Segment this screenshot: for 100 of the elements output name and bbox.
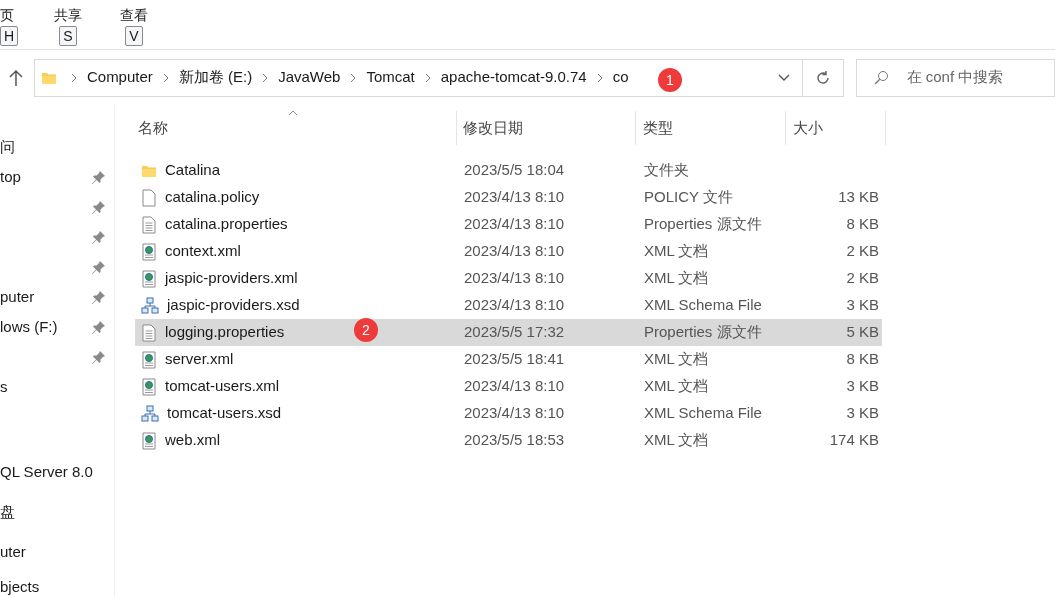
breadcrumb[interactable]: Tomcat [366,66,415,89]
chevron-right-icon[interactable] [262,72,269,83]
type-text: XML 文档 [643,376,710,397]
file-name: jaspic-providers.xml [165,268,298,289]
globe-document-icon [141,242,157,261]
globe-document-icon [141,431,157,450]
pin-icon[interactable] [92,350,106,364]
sidebar-item[interactable]: puter [0,285,35,309]
pin-icon[interactable] [92,320,106,334]
chevron-right-icon[interactable] [162,72,169,83]
chevron-right-icon[interactable] [70,72,77,83]
schema-document-icon [141,404,159,423]
pin-icon[interactable] [92,230,106,244]
text-document-icon [141,323,157,342]
file-name: tomcat-users.xsd [167,403,282,424]
date-text: 2023/5/5 17:32 [463,322,566,343]
refresh-icon [814,69,831,86]
globe-document-icon [141,269,157,288]
column-header[interactable]: 类型 [643,116,673,140]
sort-ascending-icon [288,110,298,116]
key-tip: S [59,26,77,46]
globe-document-icon [141,377,157,396]
column-header[interactable]: 修改日期 [463,116,523,140]
ribbon-tab[interactable]: 查看 [120,6,148,24]
size-text: 5 KB [846,322,879,343]
search-input[interactable]: 在 conf 中搜索 [906,66,1027,89]
type-text: XML Schema File [643,295,763,316]
size-text: 3 KB [846,295,879,316]
chevron-down-icon[interactable] [777,73,790,82]
size-text: 3 KB [846,403,879,424]
key-tip: V [125,26,143,46]
file-name: tomcat-users.xml [165,376,280,397]
type-text: XML 文档 [643,241,710,262]
date-text: 2023/4/13 8:10 [463,187,566,208]
size-text: 13 KB [838,187,879,208]
breadcrumb[interactable]: JavaWeb [278,66,341,89]
number-badge: 2 [354,318,378,343]
number-badge: 1 [658,68,682,92]
sidebar-item[interactable]: 盘 [0,500,15,524]
file-name: web.xml [165,430,220,451]
up-arrow-icon[interactable] [8,68,24,87]
type-text: Properties 源文件 [643,322,763,343]
type-text: XML 文档 [643,268,710,289]
type-text: Properties 源文件 [643,214,763,235]
breadcrumb[interactable]: 新加卷 (E:) [178,66,253,89]
date-text: 2023/5/5 18:04 [463,160,566,181]
ribbon-tab[interactable]: 共享 [54,6,82,24]
pin-icon[interactable] [92,290,106,304]
globe-document-icon [141,350,157,369]
text-document-icon [141,215,157,234]
sidebar-item[interactable]: uter [0,540,26,564]
column-header[interactable]: 名称 [138,116,168,140]
file-row[interactable]: logging.properties 2 2023/5/5 17:32 Properties 源文件 5 KB [135,319,882,346]
document-icon [141,188,157,207]
breadcrumb[interactable]: apache-tomcat-9.0.74 [440,66,587,89]
type-text: 文件夹 [643,160,690,181]
file-name: catalina.properties [165,214,288,235]
file-name: catalina.policy [165,187,260,208]
sidebar-item[interactable]: lows (F:) [0,315,58,339]
key-tip: H [0,26,19,46]
chevron-right-icon[interactable] [424,72,431,83]
date-text: 2023/5/5 18:53 [463,430,566,451]
date-text: 2023/4/13 8:10 [463,376,566,397]
size-text: 8 KB [846,214,879,235]
file-name: logging.properties [165,322,285,343]
sidebar-item[interactable]: 问 [0,135,15,159]
date-text: 2023/4/13 8:10 [463,403,566,424]
pin-icon[interactable] [92,200,106,214]
chevron-right-icon[interactable] [350,72,357,83]
breadcrumb[interactable]: co [612,66,629,89]
search-icon [872,69,889,86]
date-text: 2023/5/5 18:41 [463,349,566,370]
date-text: 2023/4/13 8:10 [463,241,566,262]
size-text: 2 KB [846,241,879,262]
size-text: 3 KB [846,376,879,397]
sidebar-item[interactable]: bjects [0,575,40,597]
file-name: jaspic-providers.xsd [167,295,300,316]
type-text: XML 文档 [643,349,710,370]
type-text: POLICY 文件 [643,187,734,208]
date-text: 2023/4/13 8:10 [463,295,566,316]
size-text: 8 KB [846,349,879,370]
size-text: 174 KB [829,430,879,451]
breadcrumb[interactable]: Computer [86,66,153,89]
chevron-right-icon[interactable] [596,72,603,83]
type-text: XML 文档 [643,430,710,451]
pin-icon[interactable] [92,170,106,184]
ribbon-tab[interactable]: 页 [0,6,14,24]
file-name: Catalina [165,160,221,181]
search-field[interactable]: 在 conf 中搜索 [855,58,1055,97]
column-header[interactable]: 大小 [793,116,823,140]
sidebar-item[interactable]: s [0,375,8,399]
pin-icon[interactable] [92,260,106,274]
sidebar-item[interactable]: QL Server 8.0 [0,460,93,484]
type-text: XML Schema File [643,403,763,424]
file-name: server.xml [165,349,234,370]
size-text: 2 KB [846,268,879,289]
sidebar-item[interactable]: top [0,165,21,189]
file-name: context.xml [165,241,241,262]
date-text: 2023/4/13 8:10 [463,214,566,235]
schema-document-icon [141,296,159,315]
